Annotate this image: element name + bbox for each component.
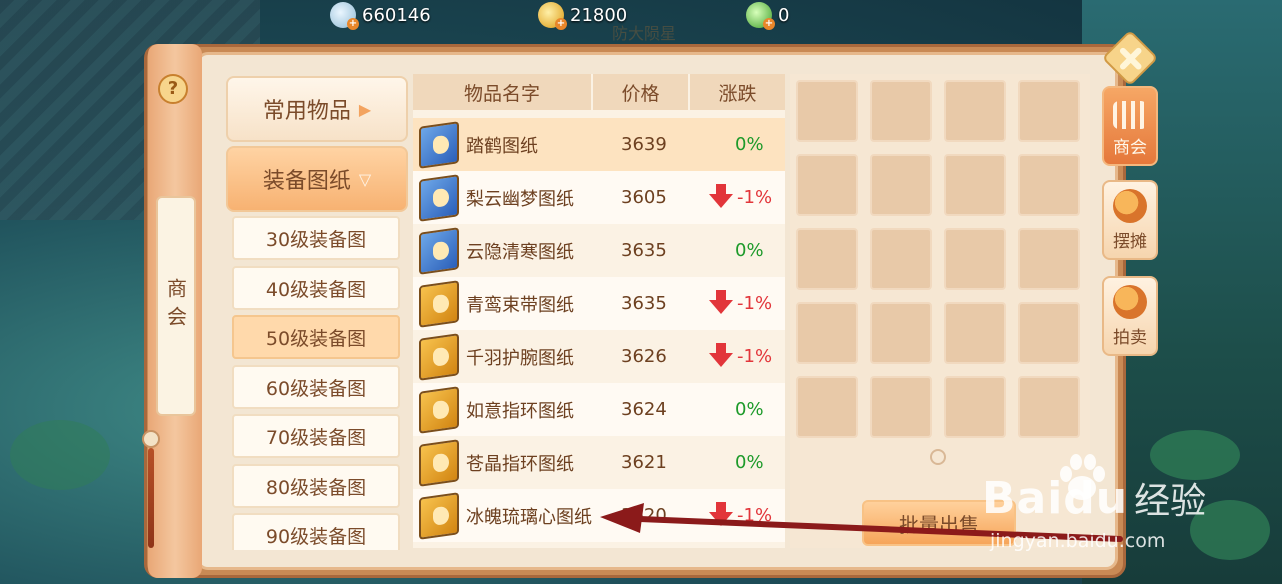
watermark-logo: Baidu — [982, 473, 1129, 524]
watermark-url: jingyan.baidu.com — [990, 530, 1166, 552]
watermark-suffix: 经验 — [1134, 481, 1207, 522]
watermark: Baidu 经验 jingyan.baidu.com — [982, 472, 1207, 552]
